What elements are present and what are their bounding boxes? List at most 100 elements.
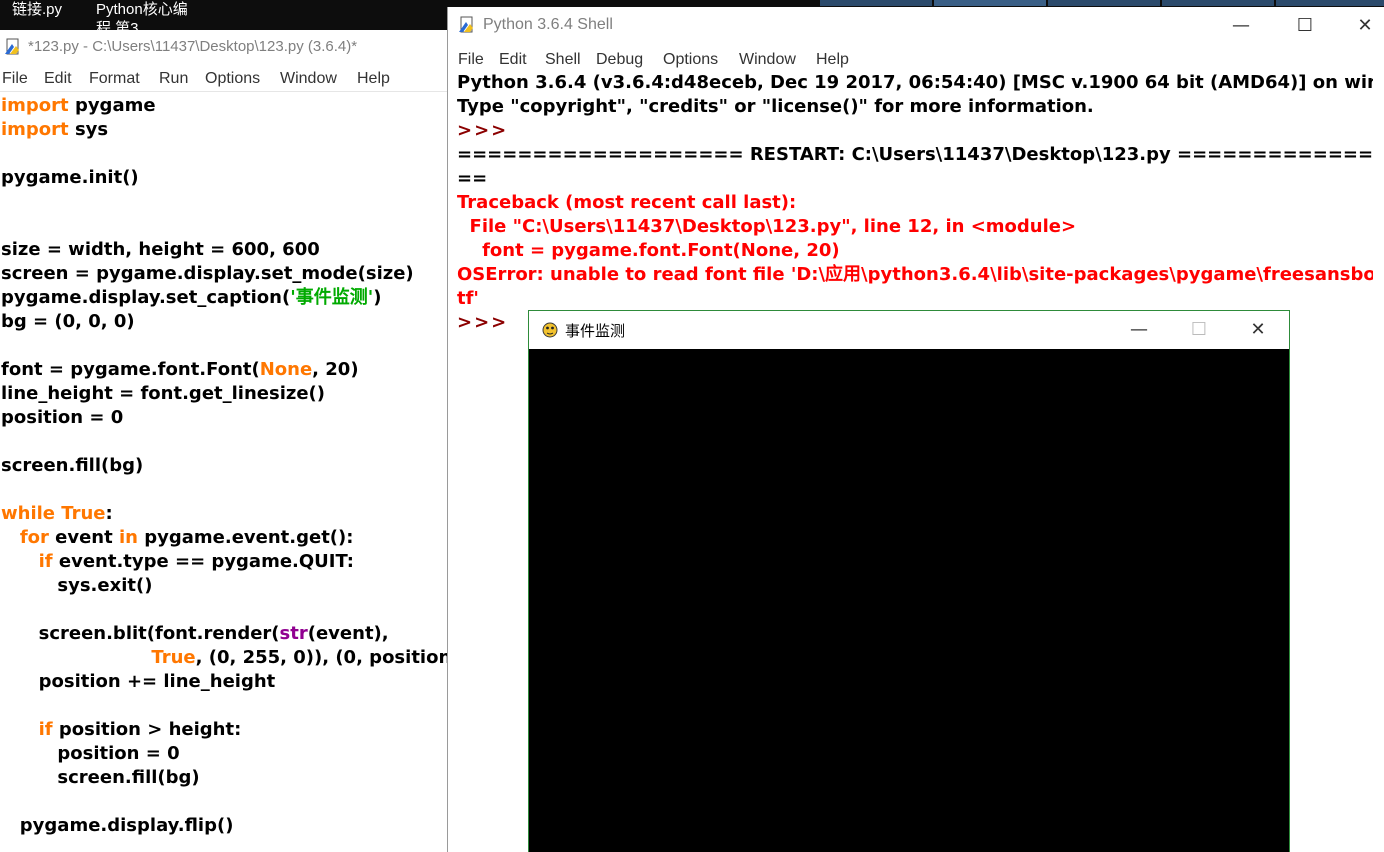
code-line: import pygame (1, 94, 156, 118)
code-line: screen.blit(font.render(str(event), (1, 622, 389, 646)
menu-edit[interactable]: Edit (44, 70, 72, 88)
close-button[interactable]: ✕ (1351, 13, 1379, 39)
code-token: event (48, 527, 119, 548)
code-line: position = 0 (1, 742, 180, 766)
code-token: pygame (68, 95, 156, 116)
shell-titlebar[interactable]: Python 3.6.4 Shell — ☐ ✕ (448, 7, 1384, 45)
code-token: ) (373, 287, 382, 308)
menu-options[interactable]: Options (205, 70, 260, 88)
code-token: position > height: (52, 719, 242, 740)
code-token: , (0, 255, 0)), (0, position)) (195, 647, 468, 668)
code-line: screen = pygame.display.set_mode(size) (1, 262, 414, 286)
code-token: pygame.init() (1, 167, 139, 188)
menu-file[interactable]: File (458, 51, 484, 69)
code-token: , 20) (312, 359, 359, 380)
code-token: event.type == pygame.QUIT: (52, 551, 354, 572)
menu-shell[interactable]: Shell (545, 51, 581, 69)
code-line: for event in pygame.event.get(): (1, 526, 354, 550)
minimize-button[interactable]: — (1125, 317, 1153, 343)
code-token: pygame.display.set_caption( (1, 287, 291, 308)
code-line: bg = (0, 0, 0) (1, 310, 135, 334)
code-token: position += line_height (1, 671, 276, 692)
code-token: sys (68, 119, 109, 140)
code-line: pygame.display.flip() (1, 814, 234, 838)
code-token: for (19, 527, 49, 548)
code-token: bg = (0, 0, 0) (1, 311, 135, 332)
shell-output-line: Type "copyright", "credits" or "license(… (457, 96, 1094, 117)
menu-options[interactable]: Options (663, 51, 718, 69)
code-token: None (259, 359, 313, 380)
close-button[interactable]: ✕ (1244, 317, 1272, 343)
code-token: sys.exit() (1, 575, 153, 596)
code-token: screen = pygame.display.set_mode(size) (1, 263, 414, 284)
menu-format[interactable]: Format (89, 70, 140, 88)
shell-output-line: Python 3.6.4 (v3.6.4:d48eceb, Dec 19 201… (457, 72, 1384, 93)
code-token: font = pygame.font.Font( (1, 359, 260, 380)
code-token: if (38, 719, 53, 740)
pygame-canvas[interactable] (529, 349, 1289, 852)
code-token: : (105, 503, 113, 524)
editor-window: *123.py - C:\Users\11437\Desktop\123.py … (0, 30, 468, 852)
code-token: size = width, height = 600, 600 (1, 239, 320, 260)
shell-scrollbar[interactable] (1373, 71, 1384, 852)
menu-window[interactable]: Window (280, 70, 337, 88)
code-token: line_height = font.get_linesize() (1, 383, 326, 404)
pygame-titlebar[interactable]: 事件监测 — ☐ ✕ (529, 311, 1289, 349)
code-line: sys.exit() (1, 574, 152, 598)
pygame-title: 事件监测 (565, 322, 626, 340)
pygame-snake-icon (542, 322, 558, 338)
menu-window[interactable]: Window (739, 51, 796, 69)
code-line: pygame.display.set_caption('事件监测') (1, 286, 381, 310)
taskbar-block (1276, 0, 1384, 6)
menu-debug[interactable]: Debug (596, 51, 643, 69)
minimize-button[interactable]: — (1227, 13, 1255, 39)
code-line: screen.fill(bg) (1, 766, 199, 790)
menu-file[interactable]: File (2, 70, 28, 88)
editor-menubar: File Edit Format Run Options Window Help (0, 66, 448, 92)
shell-output-line: == (457, 168, 488, 189)
menu-help[interactable]: Help (357, 70, 390, 88)
editor-title: *123.py - C:\Users\11437\Desktop\123.py … (28, 38, 358, 55)
code-line: pygame.init() (1, 166, 139, 190)
editor-titlebar[interactable]: *123.py - C:\Users\11437\Desktop\123.py … (0, 30, 448, 64)
code-line: position += line_height (1, 670, 276, 694)
shell-prompt: >>> (457, 120, 509, 141)
code-token: pygame.display.flip() (1, 815, 234, 836)
taskbar-block (934, 0, 1046, 6)
code-token: position = 0 (1, 407, 124, 428)
code-token: '事件监测' (290, 287, 374, 308)
code-line: line_height = font.get_linesize() (1, 382, 325, 406)
menu-run[interactable]: Run (159, 70, 188, 88)
code-token: import (1, 119, 69, 140)
code-token: position = 0 (1, 743, 180, 764)
taskbar-tab-link-py[interactable]: 链接.py (12, 0, 62, 30)
shell-prompt: >>> (457, 312, 509, 333)
shell-output-line: Traceback (most recent call last): (457, 192, 797, 213)
idle-file-icon (5, 38, 19, 55)
maximize-button[interactable]: ☐ (1291, 13, 1319, 39)
shell-output-line: =================== RESTART: C:\Users\11… (457, 144, 1384, 165)
code-token: True (151, 647, 196, 668)
menu-edit[interactable]: Edit (499, 51, 527, 69)
menu-help[interactable]: Help (816, 51, 849, 69)
idle-shell-icon (459, 16, 473, 33)
shell-output-line: File "C:\Users\11437\Desktop\123.py", li… (457, 216, 1077, 237)
code-token: screen.fill(bg) (1, 455, 144, 476)
code-line: screen.fill(bg) (1, 454, 143, 478)
shell-menubar: File Edit Shell Debug Options Window Hel… (458, 47, 1358, 73)
maximize-button[interactable]: ☐ (1185, 317, 1213, 343)
code-token: str (279, 623, 308, 644)
code-token: if (38, 551, 53, 572)
taskbar-block (1048, 0, 1160, 6)
code-token: (event), (307, 623, 389, 644)
taskbar-tab-python-book[interactable]: Python核心编程 第3 (96, 0, 191, 30)
shell-output-line: font = pygame.font.Font(None, 20) (457, 240, 840, 261)
code-token: screen.blit(font.render( (1, 623, 280, 644)
code-line: position = 0 (1, 406, 123, 430)
code-line: if position > height: (1, 718, 242, 742)
code-line: size = width, height = 600, 600 (1, 238, 320, 262)
